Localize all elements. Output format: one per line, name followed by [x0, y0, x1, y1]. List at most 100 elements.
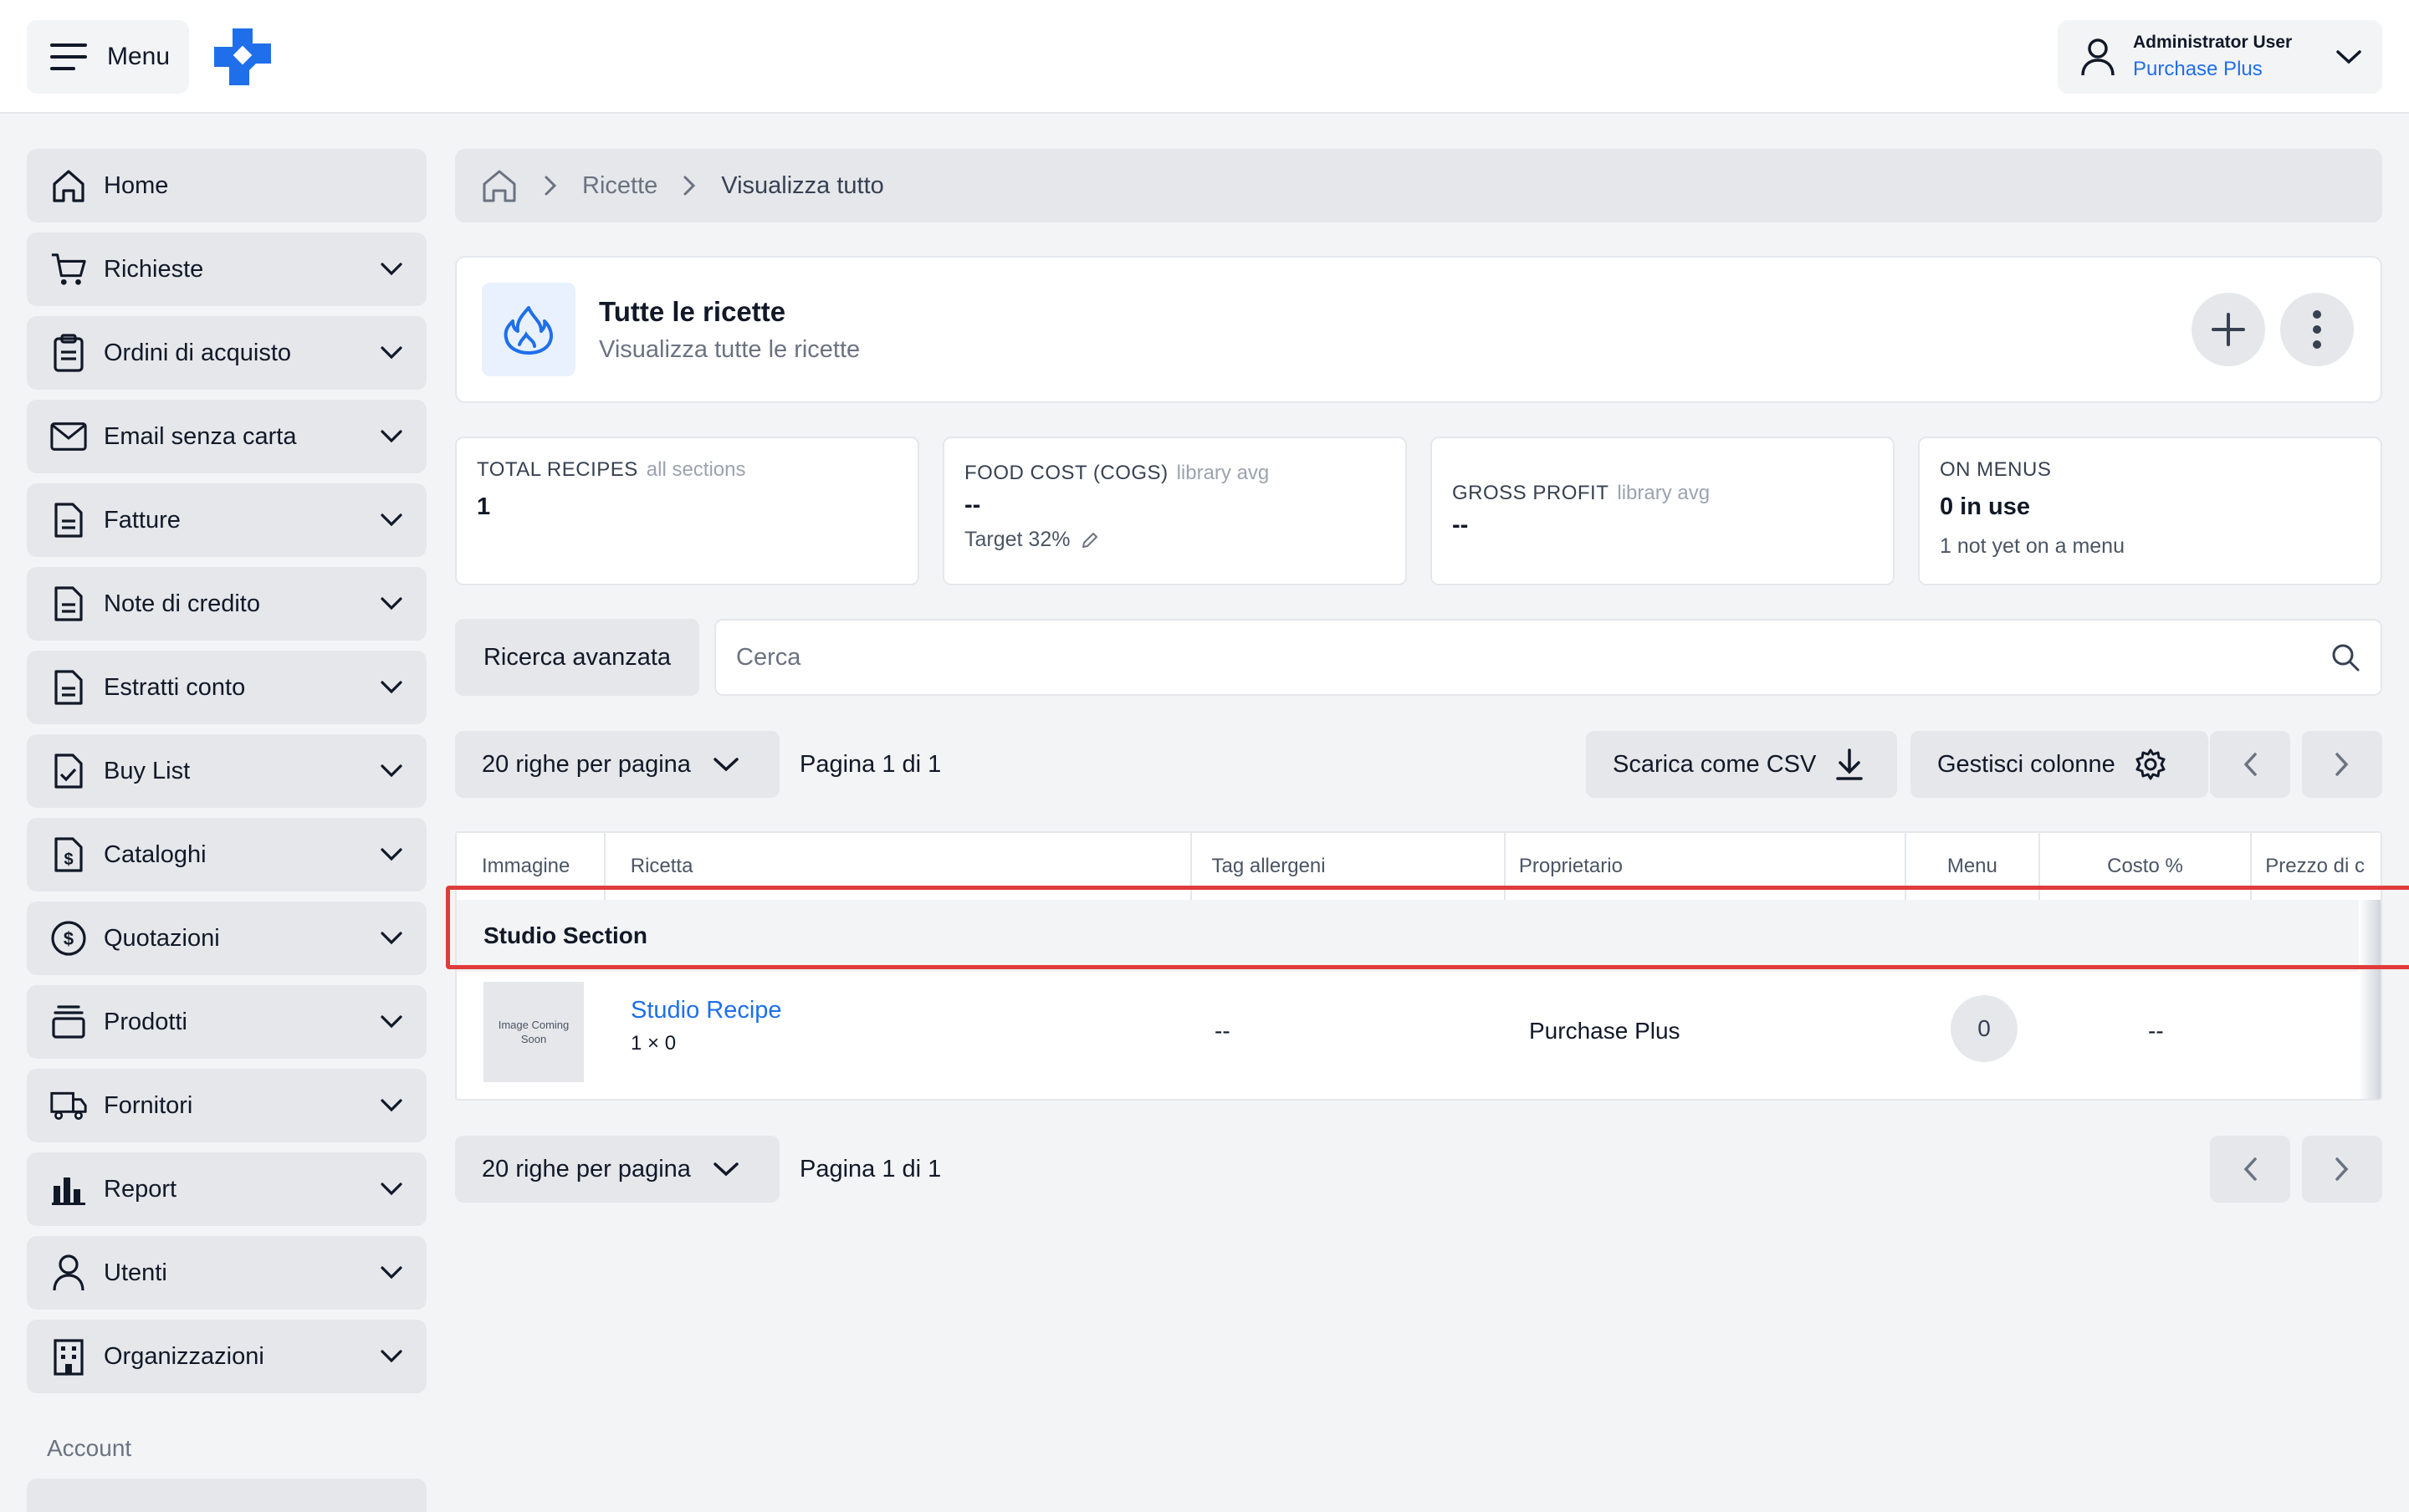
add-recipe-button[interactable] — [2192, 293, 2265, 366]
truck-icon — [50, 1087, 87, 1124]
stat-value: 1 — [477, 493, 491, 520]
column-header-price[interactable]: Prezzo di c — [2252, 833, 2381, 900]
rows-per-page-label: 20 righe per pagina — [482, 1155, 691, 1183]
chevron-down-icon — [381, 1350, 402, 1363]
home-icon — [50, 167, 87, 204]
previous-page-button[interactable] — [2210, 731, 2290, 798]
chevron-left-icon — [2243, 1157, 2257, 1181]
sidebar-item-buy-list[interactable]: Buy List — [27, 734, 427, 808]
group-row-studio-section[interactable]: Studio Section — [457, 900, 2381, 972]
mail-icon — [50, 418, 87, 455]
cost-percent-cell: -- — [2148, 1018, 2164, 1044]
stat-food-cost: FOOD COST (COGS) library avg -- Target 32… — [943, 437, 1407, 585]
stat-qualifier: library avg — [1176, 462, 1270, 484]
stat-qualifier: library avg — [1617, 482, 1711, 504]
sidebar-item-cataloghi[interactable]: $ Cataloghi — [27, 818, 427, 891]
manage-columns-button[interactable]: Gestisci colonne — [1910, 731, 2208, 798]
clipboard-icon — [50, 334, 87, 372]
stat-label: TOTAL RECIPES — [477, 458, 638, 481]
sidebar-item-prodotti[interactable]: Prodotti — [27, 985, 427, 1059]
column-header-image[interactable]: Immagine — [457, 833, 606, 900]
document-icon — [50, 502, 87, 539]
sidebar-item-label: Buy List — [104, 757, 191, 784]
page-info: Pagina 1 di 1 — [800, 751, 942, 778]
rows-per-page-select[interactable]: 20 righe per pagina — [455, 731, 780, 798]
sidebar-item-label: Note di credito — [104, 590, 260, 617]
home-icon[interactable] — [480, 167, 519, 204]
chevron-right-icon — [683, 176, 696, 196]
column-header-menu[interactable]: Menu — [1906, 833, 2040, 900]
rows-per-page-select[interactable]: 20 righe per pagina — [455, 1136, 780, 1203]
sidebar-item-utenti[interactable]: Utenti — [27, 1236, 427, 1310]
building-icon — [50, 1338, 87, 1376]
sidebar-item-label: Fornitori — [104, 1091, 193, 1119]
scroll-shadow — [2359, 900, 2381, 1099]
gear-icon — [2135, 748, 2166, 780]
column-header-recipe[interactable]: Ricetta — [606, 833, 1192, 900]
chevron-down-icon — [381, 848, 402, 861]
sidebar-item-label: Utenti — [104, 1259, 167, 1286]
breadcrumb: Ricette Visualizza tutto — [455, 149, 2382, 222]
sidebar-item-note-credito[interactable]: Note di credito — [27, 567, 427, 641]
sidebar-item-home[interactable]: Home — [27, 149, 427, 222]
chevron-down-icon — [381, 1183, 402, 1196]
page-title: Tutte le ricette — [599, 295, 786, 327]
column-header-cost-percent[interactable]: Costo % — [2040, 833, 2253, 900]
more-options-button[interactable] — [2280, 293, 2354, 366]
previous-page-button[interactable] — [2210, 1136, 2290, 1203]
recipe-link[interactable]: Studio Recipe — [631, 997, 782, 1024]
stat-value: 0 in use — [1940, 493, 2030, 520]
column-header-owner[interactable]: Proprietario — [1506, 833, 1907, 900]
sidebar-item-account[interactable] — [27, 1479, 427, 1512]
sidebar-item-organizzazioni[interactable]: Organizzazioni — [27, 1320, 427, 1393]
chevron-down-icon — [381, 263, 402, 276]
download-csv-button[interactable]: Scarica come CSV — [1586, 731, 1897, 798]
search-icon[interactable] — [2330, 642, 2360, 672]
sidebar-item-email[interactable]: Email senza carta — [27, 400, 427, 473]
top-bar: Menu Administrator User Purchase Plus — [0, 0, 2409, 114]
stat-note: 1 not yet on a menu — [1940, 534, 2125, 558]
menu-button[interactable]: Menu — [27, 20, 189, 94]
download-csv-label: Scarica come CSV — [1613, 750, 1817, 778]
table-row[interactable]: Image Coming Soon Studio Recipe 1 × 0 --… — [457, 972, 2381, 1097]
search-input[interactable] — [736, 643, 2330, 672]
column-header-allergens[interactable]: Tag allergeni — [1192, 833, 1506, 900]
cart-icon — [50, 251, 87, 288]
search-row: Ricerca avanzata — [455, 619, 2382, 696]
pencil-icon[interactable] — [1080, 530, 1100, 550]
user-menu[interactable]: Administrator User Purchase Plus — [2058, 20, 2382, 94]
stat-note: Target 32% — [964, 528, 1071, 551]
sidebar-item-ordini[interactable]: Ordini di acquisto — [27, 316, 427, 390]
page-header: Tutte le ricette Visualizza tutte le ric… — [455, 256, 2382, 403]
sidebar-item-estratti-conto[interactable]: Estratti conto — [27, 651, 427, 724]
stat-value: -- — [1452, 512, 1469, 539]
sidebar-item-label: Estratti conto — [104, 673, 246, 701]
stat-qualifier: all sections — [646, 458, 746, 481]
next-page-button[interactable] — [2302, 731, 2382, 798]
user-name: Administrator User — [2133, 33, 2293, 52]
stat-label: ON MENUS — [1940, 458, 2052, 481]
sidebar-item-report[interactable]: Report — [27, 1152, 427, 1226]
stat-on-menus: ON MENUS 0 in use 1 not yet on a menu — [1918, 437, 2382, 585]
sidebar-item-quotazioni[interactable]: $ Quotazioni — [27, 902, 427, 975]
owner-cell: Purchase Plus — [1529, 1018, 1680, 1044]
sidebar-item-fornitori[interactable]: Fornitori — [27, 1069, 427, 1142]
chevron-down-icon — [713, 1162, 739, 1177]
next-page-button[interactable] — [2302, 1136, 2382, 1203]
breadcrumb-ricette[interactable]: Ricette — [582, 172, 657, 200]
svg-text:$: $ — [64, 850, 73, 869]
chevron-down-icon — [381, 346, 402, 360]
chevron-down-icon — [381, 1099, 402, 1112]
breadcrumb-current: Visualizza tutto — [721, 171, 884, 199]
chevron-left-icon — [2243, 753, 2257, 776]
user-icon — [50, 1254, 87, 1291]
stat-label: GROSS PROFIT — [1452, 482, 1609, 504]
sidebar-item-fatture[interactable]: Fatture — [27, 483, 427, 557]
chevron-right-icon — [2335, 1157, 2349, 1181]
brand-logo[interactable] — [211, 25, 274, 89]
menu-count-badge[interactable]: 0 — [1951, 995, 2018, 1062]
stat-total-recipes: TOTAL RECIPES all sections 1 — [455, 437, 919, 585]
table-footer: 20 righe per pagina Pagina 1 di 1 — [455, 1136, 2382, 1203]
advanced-search-button[interactable]: Ricerca avanzata — [455, 619, 699, 696]
sidebar-item-richieste[interactable]: Richieste — [27, 232, 427, 306]
